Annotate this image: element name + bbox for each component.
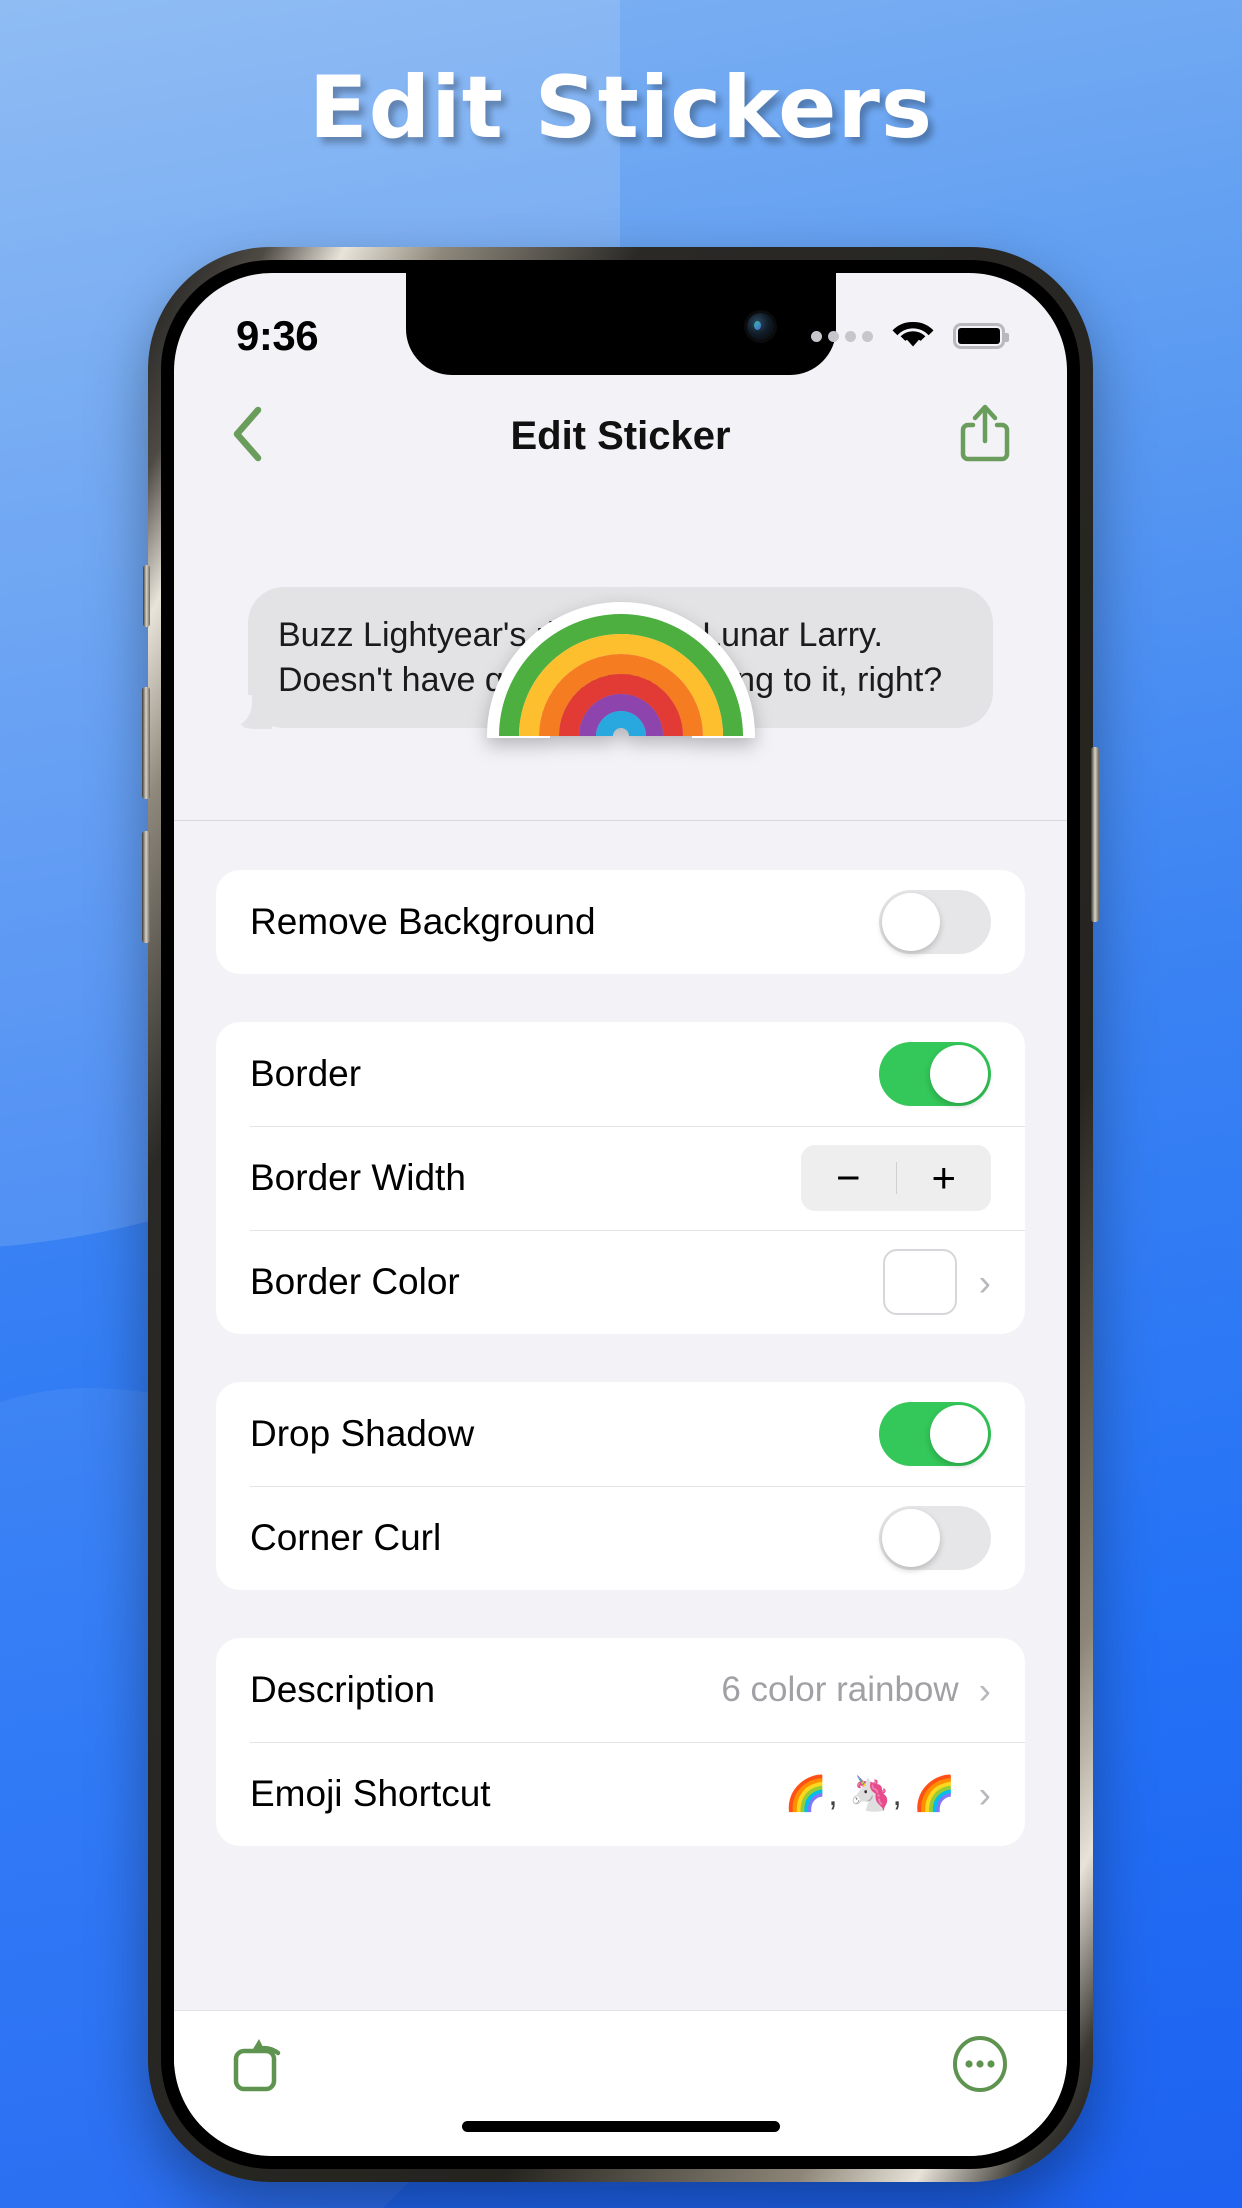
more-ellipsis-icon[interactable]	[951, 2035, 1009, 2098]
volume-down-button[interactable]	[142, 831, 150, 943]
row-description[interactable]: Description 6 color rainbow ›	[216, 1638, 1025, 1742]
home-indicator[interactable]	[461, 2121, 780, 2132]
replace-image-icon[interactable]	[232, 2035, 294, 2098]
drop-shadow-toggle[interactable]	[879, 1402, 991, 1466]
row-emoji-shortcut[interactable]: Emoji Shortcut 🌈, 🦄, 🌈 ›	[216, 1742, 1025, 1846]
row-label: Remove Background	[250, 901, 596, 942]
battery-full-icon	[953, 323, 1009, 349]
status-indicators	[811, 317, 1009, 356]
shadow-group: Drop Shadow Corner Curl	[216, 1382, 1025, 1590]
border-width-stepper[interactable]: − +	[801, 1145, 991, 1211]
status-bar: 9:36	[174, 273, 1067, 377]
volume-up-button[interactable]	[142, 687, 150, 799]
row-label: Emoji Shortcut	[250, 1773, 491, 1814]
navigation-bar: Edit Sticker	[174, 377, 1067, 495]
phone-device-frame: 9:36 Edit Sticker Buzz Lightyear's Lunar…	[142, 247, 1099, 2182]
row-corner-curl[interactable]: Corner Curl	[216, 1486, 1025, 1590]
sticker-preview-area: Buzz Lightyear's ringtone is Lunar Larry…	[174, 495, 1067, 821]
stepper-minus-button[interactable]: −	[801, 1154, 896, 1202]
chevron-right-icon: ›	[978, 1773, 991, 1815]
row-drop-shadow[interactable]: Drop Shadow	[216, 1382, 1025, 1486]
rainbow-sticker[interactable]	[486, 578, 755, 738]
row-border-width[interactable]: Border Width − +	[216, 1126, 1025, 1230]
stepper-plus-button[interactable]: +	[897, 1154, 992, 1202]
row-remove-background[interactable]: Remove Background	[216, 870, 1025, 974]
wifi-icon	[890, 317, 936, 356]
description-value: 6 color rainbow	[721, 1670, 959, 1709]
row-label: Border Color	[250, 1261, 460, 1302]
row-label: Border Width	[250, 1157, 466, 1198]
phone-bezel: 9:36 Edit Sticker Buzz Lightyear's Lunar…	[161, 260, 1080, 2169]
status-clock: 9:36	[236, 312, 319, 359]
bottom-toolbar	[174, 2010, 1067, 2156]
border-toggle[interactable]	[879, 1042, 991, 1106]
row-border-color[interactable]: Border Color ›	[216, 1230, 1025, 1334]
meta-group: Description 6 color rainbow › Emoji Shor…	[216, 1638, 1025, 1846]
border-group: Border Border Width − + Border Color ›	[216, 1022, 1025, 1334]
page-title: Edit Sticker	[510, 413, 731, 458]
phone-screen: 9:36 Edit Sticker Buzz Lightyear's Lunar…	[174, 273, 1067, 2156]
corner-curl-toggle[interactable]	[879, 1506, 991, 1570]
back-button[interactable]	[230, 405, 264, 468]
background-group: Remove Background	[216, 870, 1025, 974]
emoji-shortcut-value: 🌈, 🦄, 🌈	[784, 1775, 957, 1813]
row-label: Border	[250, 1053, 362, 1094]
row-label: Description	[250, 1669, 436, 1710]
page-headline: Edit Stickers	[308, 58, 934, 158]
bubble-tail	[226, 695, 272, 730]
mute-switch[interactable]	[143, 565, 150, 627]
chevron-right-icon: ›	[978, 1261, 991, 1303]
row-label: Drop Shadow	[250, 1413, 475, 1454]
row-label: Corner Curl	[250, 1517, 442, 1558]
border-color-swatch[interactable]	[882, 1249, 957, 1315]
power-button[interactable]	[1091, 747, 1099, 922]
settings-list[interactable]: Remove Background Border Border Width −	[174, 822, 1067, 2010]
remove-background-toggle[interactable]	[879, 890, 991, 954]
share-icon[interactable]	[959, 403, 1011, 470]
row-border[interactable]: Border	[216, 1022, 1025, 1126]
chevron-right-icon: ›	[978, 1669, 991, 1711]
cellular-dots-icon	[811, 330, 873, 342]
